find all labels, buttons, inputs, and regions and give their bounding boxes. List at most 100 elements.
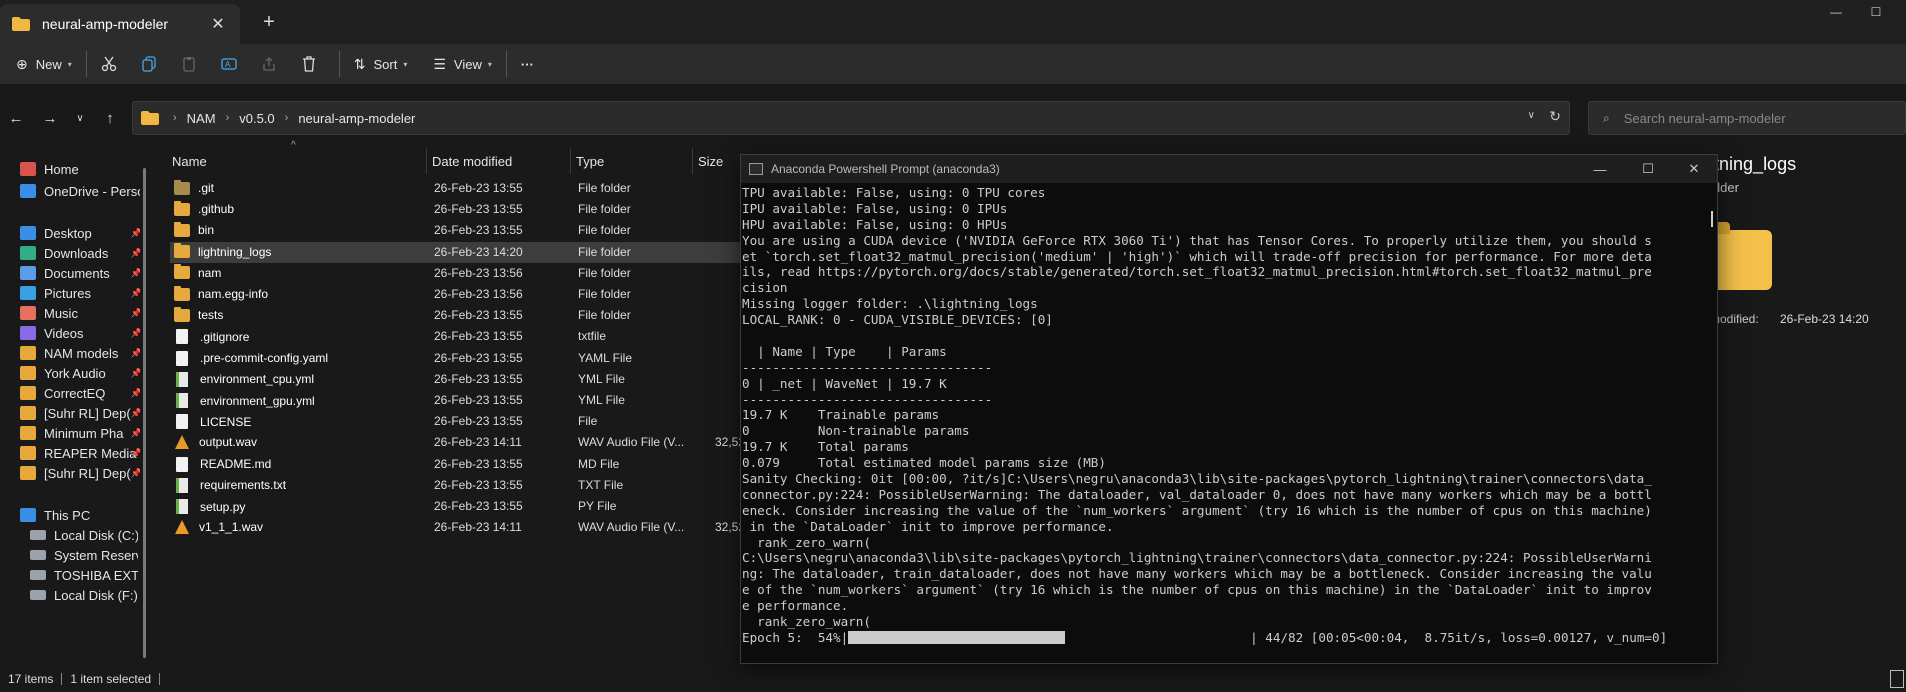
column-divider[interactable] (692, 148, 693, 174)
file-row[interactable]: tests 26-Feb-23 13:55 File folder (170, 305, 748, 326)
pin-icon: 📌 (130, 367, 140, 378)
tab-neural-amp-modeler[interactable]: neural-amp-modeler ✕ (0, 4, 240, 44)
up-button[interactable]: ↑ (98, 106, 122, 130)
recent-locations-button[interactable]: ∨ (68, 106, 92, 130)
column-header-date[interactable]: Date modified (432, 150, 512, 172)
details-modified-value: 26-Feb-23 14:20 (1780, 312, 1869, 326)
column-divider[interactable] (426, 148, 427, 174)
file-row[interactable]: .github 26-Feb-23 13:55 File folder (170, 199, 748, 220)
sidebar-item[interactable]: CorrectEQ 📌 (20, 382, 140, 404)
column-divider[interactable] (570, 148, 571, 174)
file-row[interactable]: README.md 26-Feb-23 13:55 MD File (170, 454, 748, 475)
file-row[interactable]: setup.py 26-Feb-23 13:55 PY File (170, 496, 748, 517)
file-name-text: .pre-commit-config.yaml (200, 351, 329, 366)
sidebar-item-this-pc[interactable]: This PC (20, 504, 140, 526)
maximize-button[interactable]: ☐ (1862, 0, 1890, 24)
sidebar-item[interactable]: [Suhr RL] Dep(📌 (20, 462, 140, 484)
file-row[interactable]: requirements.txt 26-Feb-23 13:55 TXT File (170, 475, 748, 496)
sidebar-item[interactable]: REAPER Media 📌 (20, 442, 140, 464)
breadcrumb-nam[interactable]: NAM (187, 111, 216, 126)
terminal-minimize-button[interactable]: — (1577, 155, 1623, 183)
file-row[interactable]: v1_1_1.wav 26-Feb-23 14:11 WAV Audio File … (170, 517, 748, 538)
file-row[interactable]: .git 26-Feb-23 13:55 File folder (170, 178, 748, 199)
folder-icon (20, 466, 36, 480)
file-row[interactable]: lightning_logs 26-Feb-23 14:20 File folder (170, 241, 748, 263)
sidebar-item[interactable]: Documents 📌 (20, 262, 140, 284)
sidebar-item-drive[interactable]: Local Disk (C:) (30, 524, 138, 546)
sidebar-item[interactable]: Music 📌 (20, 302, 140, 324)
sidebar-item[interactable]: Desktop 📌 (20, 222, 140, 244)
sort-button[interactable]: ⇅ Sort ▾ (346, 49, 416, 79)
file-type: WAV Audio File (V... (578, 520, 685, 535)
file-name: LICENSE (174, 414, 251, 430)
file-date: 26-Feb-23 13:55 (434, 414, 523, 429)
sidebar-item[interactable]: Downloads 📌 (20, 242, 140, 264)
terminal-scrollbar[interactable] (1711, 211, 1713, 227)
download-icon (20, 246, 36, 260)
share-icon (263, 57, 275, 71)
column-header-size[interactable]: Size (698, 150, 723, 172)
status-bar: 17 items 1 item selected (0, 666, 1906, 692)
file-date: 26-Feb-23 13:55 (434, 223, 523, 238)
file-row[interactable]: bin 26-Feb-23 13:55 File folder (170, 220, 748, 241)
sidebar-item[interactable]: OneDrive - Personal (20, 180, 140, 202)
file-name-text: lightning_logs (198, 244, 272, 259)
view-button[interactable]: ☰ View ▾ (425, 49, 500, 79)
sidebar-item[interactable]: York Audio 📌 (20, 362, 140, 384)
cut-button[interactable] (93, 49, 125, 79)
breadcrumb-current[interactable]: neural-amp-modeler (298, 111, 415, 126)
terminal-line: --------------------------------- (742, 359, 993, 375)
sidebar-item[interactable]: NAM models 📌 (20, 342, 140, 364)
terminal-title-bar[interactable]: Anaconda Powershell Prompt (anaconda3) —… (741, 155, 1717, 183)
details-view-icon[interactable] (1890, 670, 1904, 688)
terminal-close-button[interactable]: ✕ (1671, 155, 1717, 183)
address-bar[interactable]: › NAM › v0.5.0 › neural-amp-modeler ∨ ↻ (132, 101, 1570, 135)
audio-file-icon (175, 435, 189, 450)
sidebar-item[interactable]: [Suhr RL] Dep(📌 (20, 402, 140, 424)
trash-icon (302, 56, 315, 72)
sidebar-scrollbar[interactable] (143, 168, 146, 658)
chevron-down-icon[interactable]: ∨ (1528, 110, 1535, 121)
file-row[interactable]: environment_gpu.yml 26-Feb-23 13:55 YML Fi… (170, 390, 748, 411)
share-button[interactable] (253, 49, 285, 79)
terminal-output[interactable]: TPU available: False, using: 0 TPU cores… (742, 185, 1704, 655)
file-row[interactable]: LICENSE 26-Feb-23 13:55 File (170, 411, 748, 432)
refresh-icon[interactable]: ↻ (1549, 108, 1561, 125)
paste-button[interactable] (173, 49, 205, 79)
sidebar-item-label: Videos (44, 325, 84, 341)
more-options-button[interactable]: ··· (513, 49, 542, 79)
back-button[interactable]: ← (4, 106, 28, 130)
sidebar-item[interactable]: Home (20, 158, 140, 180)
copy-button[interactable] (133, 49, 165, 79)
minimize-button[interactable]: — (1822, 0, 1850, 24)
sidebar-item-drive[interactable]: Local Disk (F:) (30, 584, 138, 606)
new-tab-button[interactable]: + (255, 8, 283, 36)
sidebar-item-drive[interactable]: System Reserve (30, 544, 138, 566)
file-row[interactable]: nam.egg-info 26-Feb-23 13:56 File folder (170, 284, 748, 305)
close-tab-button[interactable]: ✕ (204, 10, 232, 38)
sidebar-item[interactable]: Minimum Pha 📌 (20, 422, 140, 444)
new-button[interactable]: ⊕ New ▾ (8, 49, 80, 79)
file-row[interactable]: .pre-commit-config.yaml 26-Feb-23 13:55 YA… (170, 348, 748, 369)
progress-bar (848, 630, 1066, 644)
terminal-window[interactable]: Anaconda Powershell Prompt (anaconda3) —… (740, 154, 1718, 664)
file-row[interactable]: output.wav 26-Feb-23 14:11 WAV Audio File … (170, 432, 748, 453)
terminal-line: eneck. Consider increasing the value of … (742, 502, 1652, 518)
search-box[interactable]: ⌕ Search neural-amp-modeler (1588, 101, 1906, 135)
sidebar-item[interactable]: Pictures 📌 (20, 282, 140, 304)
terminal-maximize-button[interactable]: ☐ (1625, 155, 1671, 183)
file-row[interactable]: .gitignore 26-Feb-23 13:55 txtfile (170, 326, 748, 347)
sidebar-item[interactable]: Videos 📌 (20, 322, 140, 344)
forward-button[interactable]: → (38, 106, 62, 130)
sidebar-item-label: Local Disk (F:) (54, 587, 138, 603)
pin-icon: 📌 (130, 227, 140, 238)
sidebar-item-drive[interactable]: TOSHIBA EXT (E: (30, 564, 138, 586)
cloud-icon (20, 184, 36, 198)
delete-button[interactable] (293, 49, 325, 79)
column-header-name[interactable]: Name (172, 150, 207, 172)
rename-button[interactable]: A (213, 49, 245, 79)
column-header-type[interactable]: Type (576, 150, 604, 172)
file-row[interactable]: nam 26-Feb-23 13:56 File folder (170, 263, 748, 284)
breadcrumb-version[interactable]: v0.5.0 (239, 111, 274, 126)
file-row[interactable]: environment_cpu.yml 26-Feb-23 13:55 YML Fi… (170, 369, 748, 390)
